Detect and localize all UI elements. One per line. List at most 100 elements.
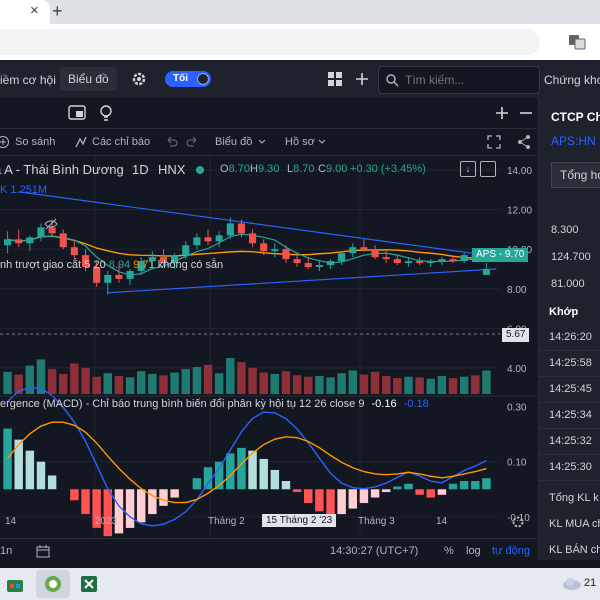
macd-hist-bar (3, 428, 12, 490)
time-tick: 14 (5, 516, 17, 527)
redo-icon[interactable] (186, 135, 200, 149)
chart-area[interactable]: So sánh Các chỉ báo Biểu đồ Hồ sơ 14.00 … (0, 98, 537, 566)
volume-bar (103, 373, 113, 394)
macd-hist-bar (270, 469, 280, 490)
ohlc-close-value: 9.00 (325, 163, 348, 175)
weather-cloud-icon[interactable] (562, 576, 582, 590)
volume-bar (181, 369, 190, 394)
macd-hist-bar (36, 461, 46, 490)
settings-icon[interactable] (510, 514, 526, 530)
candle-body (449, 259, 457, 262)
browser-tab[interactable]: × (0, 0, 50, 24)
collapse-icon[interactable] (518, 105, 534, 121)
compare-icon[interactable] (0, 135, 10, 149)
macd-hist-bar (259, 458, 268, 490)
volume-bar (281, 371, 291, 394)
ohlc-open: O8.70 (220, 163, 250, 175)
volume-bar (393, 378, 402, 394)
price-axis-label: 8.00 (507, 285, 527, 296)
volume-bar (248, 367, 257, 394)
trend-lines (18, 191, 497, 294)
share-icon[interactable] (516, 134, 532, 150)
macd-hist-bar (70, 489, 79, 501)
volume-bar (203, 364, 213, 394)
total-volume-label: Tổng KL k (549, 492, 599, 504)
macd-value-2: -0.18 (403, 398, 429, 410)
price-chart[interactable]: 14.0012.0010.008.006.004.000.300.10-0.10 (0, 156, 537, 576)
candle-body (416, 261, 424, 264)
lightbulb-icon[interactable] (98, 104, 114, 122)
theme-toggle[interactable]: Tối (165, 71, 211, 87)
picture-in-picture-icon[interactable] (68, 105, 86, 121)
volume-bar (337, 373, 346, 394)
macd-hist-bar (393, 486, 402, 490)
add-icon[interactable] (353, 70, 371, 88)
volume-bar (3, 371, 12, 394)
chart-toolbar: So sánh Các chỉ báo Biểu đồ Hồ sơ (0, 129, 537, 156)
range-button[interactable]: 1n (0, 545, 12, 557)
profile-menu-button[interactable]: Hồ sơ (285, 136, 315, 148)
volume-bar (59, 373, 68, 394)
candle-body (460, 255, 468, 262)
settings-square-icon[interactable] (480, 161, 496, 177)
nav-chart-button[interactable]: Biểu đồ (60, 67, 117, 91)
new-tab-icon[interactable]: + (52, 1, 63, 22)
nav-opportunities[interactable]: iềm cơ hội (0, 73, 56, 87)
candle-body (482, 269, 490, 275)
volume-bar (482, 370, 491, 394)
volume-bar (448, 378, 458, 394)
macd-hist-bar (25, 450, 35, 490)
indicators-icon[interactable] (74, 135, 88, 149)
search-input[interactable] (403, 70, 537, 90)
fullscreen-icon[interactable] (486, 134, 502, 150)
buy-volume-label: KL MUA ch (549, 518, 600, 530)
browser-address-bar (0, 24, 600, 61)
symbol-interval[interactable]: 1D (132, 162, 149, 177)
compare-button[interactable]: So sánh (15, 136, 55, 148)
macd-title: ergence (MACD) - Chỉ báo trung bình biến… (0, 398, 365, 410)
volume-bar (148, 373, 157, 394)
chart-menu-button[interactable]: Biểu đồ (215, 136, 252, 148)
percent-toggle[interactable]: % (444, 545, 454, 557)
macd-hist-bar (370, 489, 380, 498)
search-box[interactable] (378, 66, 540, 94)
list-item: 14:25:32 (539, 428, 600, 455)
time-axis[interactable]: 14 2023 Tháng 2 15 Tháng 2 '23 Tháng 3 1… (0, 514, 500, 530)
volume-bar (437, 376, 447, 394)
browser-tab-strip: × + (0, 0, 600, 24)
browser-app-icon (45, 576, 61, 592)
macd-hist-bar (192, 478, 202, 490)
symbol-title[interactable]: a A - Thái Bình Dương (0, 162, 124, 177)
candle-body (282, 249, 290, 260)
candle-body (360, 247, 368, 250)
clock[interactable]: 14:30:27 (UTC+7) (330, 545, 418, 557)
log-toggle[interactable]: log (466, 545, 481, 557)
ohlc-high-value: 9.30 (257, 163, 280, 175)
translate-icon[interactable] (568, 33, 586, 51)
close-tab-icon[interactable]: × (30, 2, 39, 19)
ticker-link[interactable]: APS:HN (551, 134, 596, 148)
gear-icon[interactable] (131, 71, 147, 87)
grid-layout-icon[interactable] (326, 70, 344, 88)
macd-hist-bar (482, 478, 491, 490)
macd-legend: ergence (MACD) - Chỉ báo trung bình biến… (0, 398, 429, 410)
url-field[interactable] (0, 29, 540, 55)
store-icon[interactable] (6, 575, 24, 593)
active-app-tile[interactable] (36, 570, 70, 598)
calendar-icon[interactable] (36, 544, 50, 558)
candle-body (404, 261, 413, 264)
undo-icon[interactable] (164, 135, 178, 149)
eye-hidden-icon[interactable] (44, 217, 58, 231)
add-panel-icon[interactable] (494, 105, 510, 121)
arrow-down-icon[interactable]: ↓ (460, 161, 476, 177)
excel-icon[interactable] (80, 575, 98, 593)
price-axis-label: 14.00 (507, 166, 532, 177)
auto-toggle[interactable]: tự động (492, 545, 530, 557)
indicators-button[interactable]: Các chỉ báo (92, 136, 150, 148)
candle-body (315, 265, 323, 268)
summary-button[interactable]: Tổng hợ (551, 162, 600, 188)
ma-value-1: 8.94 (108, 259, 131, 271)
time-tick: Tháng 3 (358, 516, 395, 527)
nav-securities[interactable]: Chứng khoá (544, 73, 600, 87)
volume-bar (237, 362, 246, 394)
